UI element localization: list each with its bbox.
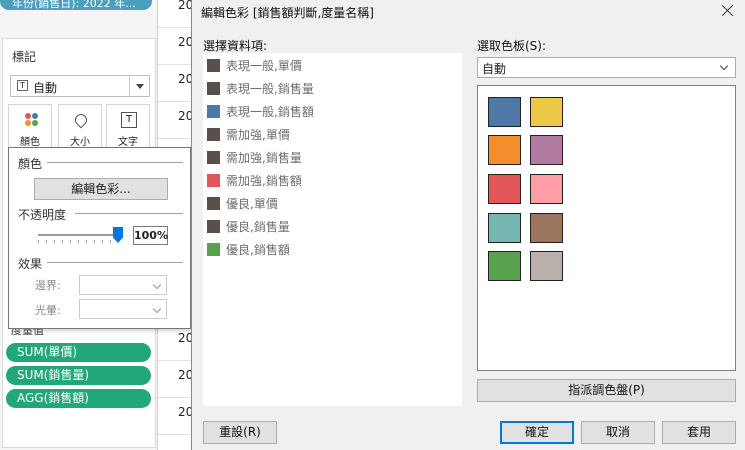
opacity-slider-track[interactable] [38, 234, 118, 236]
halo-label: 光暈: [35, 304, 61, 317]
list-item[interactable]: 需加強,銷售量 [205, 148, 455, 168]
close-icon[interactable] [721, 3, 735, 17]
item-color-swatch [207, 220, 220, 233]
list-item[interactable]: 優良,銷售額 [205, 240, 455, 260]
measure-pill-quantity[interactable]: SUM(銷售量) [6, 366, 151, 385]
list-item[interactable]: 表現一般,銷售量 [205, 79, 455, 99]
effects-section-label: 效果 [18, 257, 43, 271]
item-color-swatch [207, 243, 220, 256]
mark-type-value: 自動 [33, 81, 58, 95]
text-mark-button[interactable]: T 文字 [106, 104, 150, 148]
year-cell: 20 [158, 361, 194, 398]
chevron-down-icon [129, 76, 149, 96]
list-item[interactable]: 優良,單價 [205, 194, 455, 214]
mark-type-dropdown[interactable]: T 自動 [10, 75, 150, 97]
palette-swatch[interactable] [488, 97, 521, 127]
dialog-title: 編輯色彩 [銷售額判斷,度量名稱] [201, 6, 374, 20]
item-label: 需加強,單價 [226, 128, 290, 142]
item-label: 表現一般,銷售量 [226, 82, 314, 96]
ok-button[interactable]: 確定 [500, 421, 574, 444]
palette-swatch[interactable] [530, 174, 563, 204]
palette-swatch[interactable] [530, 251, 563, 281]
text-icon: T [121, 112, 137, 128]
list-item[interactable]: 需加強,銷售額 [205, 171, 455, 191]
color-marks-popup: 顏色 編輯色彩... 不透明度 100% 效果 邊界: 光暈: [8, 147, 191, 329]
measure-pill-sales[interactable]: AGG(銷售額) [6, 389, 151, 408]
palette-swatch[interactable] [530, 97, 563, 127]
divider [47, 162, 183, 163]
palette-dropdown[interactable]: 自動 [477, 57, 736, 78]
year-cell: 20 [158, 324, 194, 361]
palette-swatch[interactable] [530, 135, 563, 165]
apply-button[interactable]: 套用 [662, 421, 736, 444]
edit-colors-dialog: 編輯色彩 [銷售額判斷,度量名稱] 選擇資料項: 表現一般,單價 表現一般,銷售… [191, 0, 745, 450]
color-dots-icon [23, 112, 39, 128]
border-dropdown[interactable] [79, 275, 167, 295]
list-item[interactable]: 優良,銷售量 [205, 217, 455, 237]
year-cell: 20 [158, 398, 194, 435]
palette-swatch[interactable] [530, 213, 563, 243]
palette-swatch[interactable] [488, 135, 521, 165]
filter-pill[interactable]: 年份(銷售日): 2022 年... [0, 0, 152, 10]
palette-swatch[interactable] [488, 174, 521, 204]
color-section-label: 顏色 [18, 157, 43, 171]
opacity-value-input[interactable]: 100% [133, 226, 168, 245]
color-mark-label: 顏色 [20, 137, 40, 148]
cancel-button[interactable]: 取消 [581, 421, 655, 444]
halo-dropdown[interactable] [79, 299, 167, 319]
year-cell: 20 [158, 102, 194, 139]
item-label: 需加強,銷售額 [226, 174, 302, 188]
list-item[interactable]: 表現一般,單價 [205, 56, 455, 76]
item-label: 優良,銷售量 [226, 220, 290, 234]
data-items-list: 表現一般,單價 表現一般,銷售量 表現一般,銷售額 需加強,單價 需加強,銷售量… [203, 53, 462, 406]
divider [47, 262, 183, 263]
palette-swatch-grid [477, 85, 736, 371]
reset-button[interactable]: 重設(R) [203, 421, 277, 444]
palette-swatch[interactable] [488, 213, 521, 243]
select-palette-label: 選取色板(S): [477, 39, 547, 53]
item-label: 表現一般,銷售額 [226, 105, 314, 119]
year-cell: 20 [158, 65, 194, 102]
size-mark-button[interactable]: 大小 [58, 104, 102, 148]
item-color-swatch [207, 59, 220, 72]
item-color-swatch [207, 174, 220, 187]
divider [75, 213, 183, 214]
palette-swatch[interactable] [488, 251, 521, 281]
size-mark-label: 大小 [70, 137, 90, 148]
list-item[interactable]: 需加強,單價 [205, 125, 455, 145]
item-label: 需加強,銷售量 [226, 151, 302, 165]
item-color-swatch [207, 128, 220, 141]
border-label: 邊界: [35, 279, 61, 292]
text-mark-icon: T [17, 80, 28, 91]
year-cell: 20 [158, 0, 194, 28]
color-mark-button[interactable]: 顏色 [8, 104, 52, 148]
year-cell: 20 [158, 28, 194, 65]
measure-pill-unit-price[interactable]: SUM(單價) [6, 343, 151, 362]
opacity-section-label: 不透明度 [18, 208, 67, 222]
item-label: 表現一般,單價 [226, 59, 302, 73]
edit-colors-button[interactable]: 編輯色彩... [34, 178, 168, 200]
item-color-swatch [207, 82, 220, 95]
item-color-swatch [207, 151, 220, 164]
list-item[interactable]: 表現一般,銷售額 [205, 102, 455, 122]
item-color-swatch [207, 197, 220, 210]
palette-dropdown-value: 自動 [482, 62, 507, 76]
opacity-slider-ticks [38, 240, 118, 243]
select-item-label: 選擇資料項: [203, 39, 268, 53]
marks-title: 標記 [12, 50, 37, 64]
item-label: 優良,銷售額 [226, 243, 290, 257]
size-icon [72, 111, 90, 129]
chevron-down-icon [719, 61, 729, 71]
item-color-swatch [207, 105, 220, 118]
item-label: 優良,單價 [226, 197, 278, 211]
assign-palette-button[interactable]: 指派調色盤(P) [477, 379, 736, 402]
text-mark-label: 文字 [118, 137, 138, 148]
